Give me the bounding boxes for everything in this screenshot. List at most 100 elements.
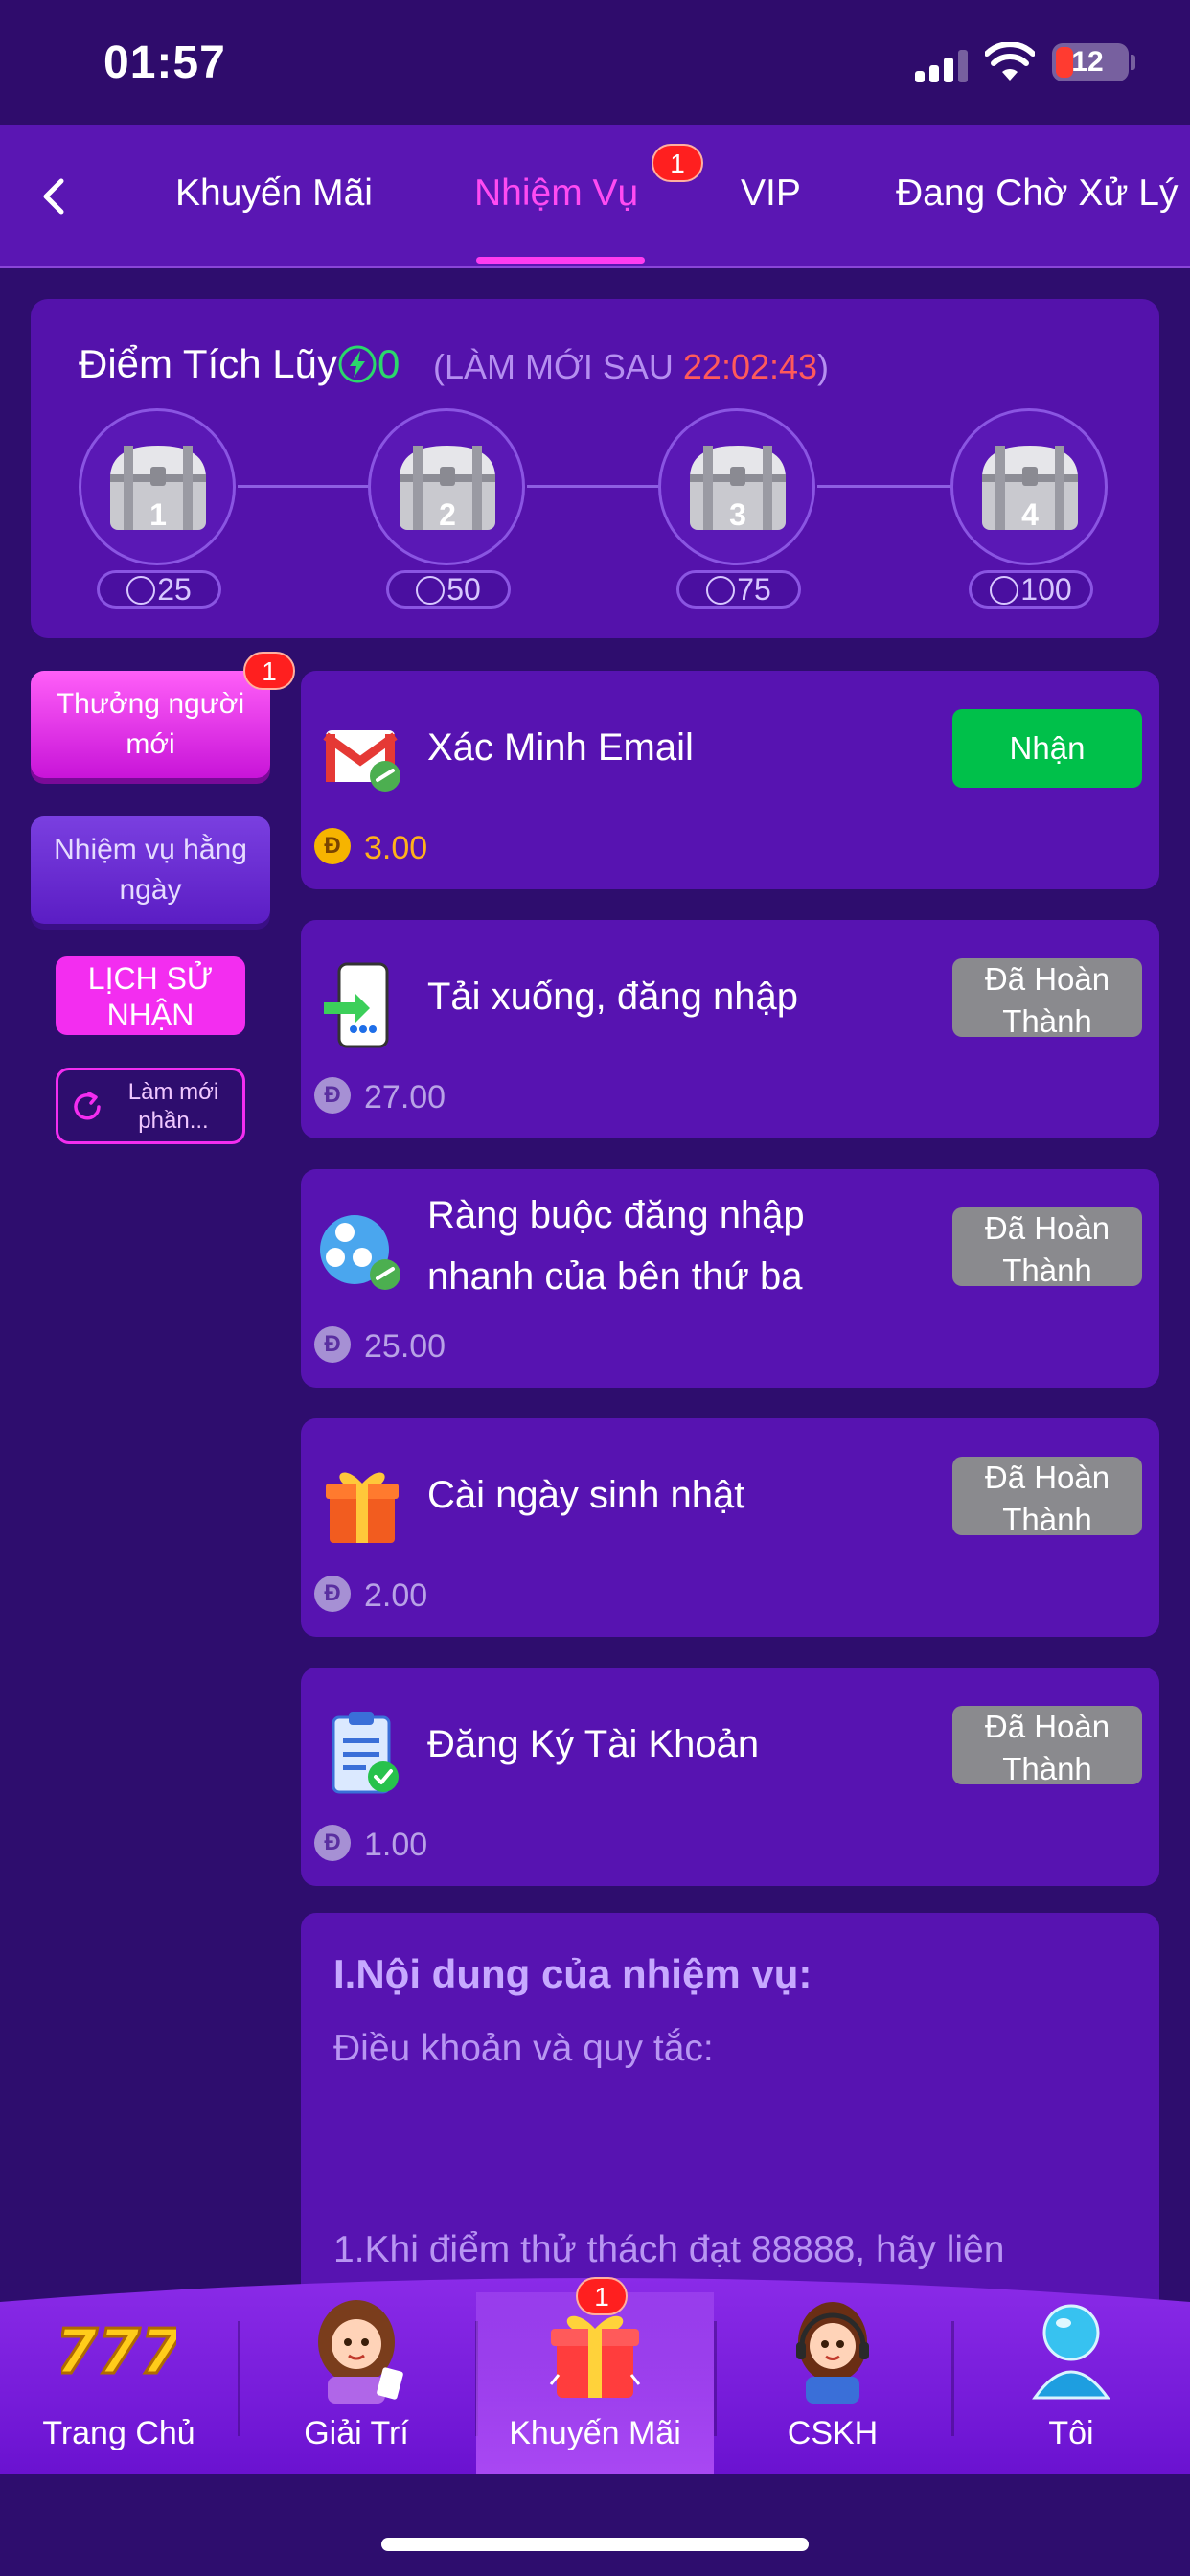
nav-label: Giải Trí	[304, 2415, 409, 2451]
refresh-prefix: (LÀM MỚI SAU	[433, 347, 683, 386]
support-agent-icon	[796, 2302, 869, 2404]
user-icon	[1032, 2304, 1110, 2400]
social-link-icon	[320, 1215, 400, 1290]
nav-home[interactable]: 777 Trang Chủ	[0, 2292, 238, 2474]
tab-missions[interactable]: Nhiệm Vụ	[474, 172, 638, 215]
coin-icon: Đ	[314, 828, 351, 864]
coin-icon: Đ	[314, 1825, 351, 1861]
treasure-chest-3[interactable]: 3	[658, 408, 815, 565]
nav-promotions[interactable]: 1 Khuyến Mãi	[476, 2277, 714, 2474]
refresh-time: 22:02:43	[682, 347, 818, 386]
tab-vip[interactable]: VIP	[741, 172, 801, 215]
points-panel: Điểm Tích Lũy 0 (LÀM MỚI SAU 22:02:43) 1 …	[31, 299, 1159, 638]
chest-cost-1: 25	[97, 570, 221, 609]
sidebar-daily-missions[interactable]: Nhiệm vụ hằng ngày	[31, 816, 270, 924]
chest-cost-value: 75	[737, 572, 771, 607]
newbie-badge: 1	[243, 652, 295, 690]
completed-button[interactable]: Đã Hoàn Thành	[952, 1208, 1142, 1288]
points-value: 0	[378, 341, 400, 386]
battery-icon: 12	[1052, 43, 1129, 81]
task-title: Ràng buộc đăng nhập nhanh của bên thứ ba	[427, 1194, 805, 1298]
tab-promotions[interactable]: Khuyến Mãi	[175, 172, 373, 215]
lightning-icon	[338, 345, 377, 383]
bottom-navigation: 777 Trang Chủ Giải Trí 1 Khuyến Mãi	[0, 2264, 1190, 2474]
girl-cards-icon	[318, 2300, 403, 2404]
chest-number: 1	[149, 497, 167, 532]
refresh-icon	[74, 1092, 101, 1120]
completed-button[interactable]: Đã Hoàn Thành	[952, 1706, 1142, 1786]
reward-value: 1.00	[364, 1827, 428, 1863]
gift-box-icon	[326, 1472, 399, 1543]
chest-number: 3	[729, 497, 746, 532]
back-chevron-icon[interactable]	[27, 168, 84, 225]
reward-value: 27.00	[364, 1079, 446, 1116]
home-indicator[interactable]	[381, 2538, 809, 2551]
task-card-download-login: Tải xuống, đăng nhập Đã Hoàn Thành Đ 27.…	[301, 920, 1159, 1138]
nav-label: Khuyến Mãi	[509, 2415, 681, 2451]
task-card-verify-email: Xác Minh Email Nhận Đ 3.00	[301, 671, 1159, 889]
task-title: Tải xuống, đăng nhập	[427, 976, 798, 1018]
status-bar: 01:57 12	[0, 0, 1190, 125]
task-card-birthday: Cài ngày sinh nhật Đã Hoàn Thành Đ 2.00	[301, 1418, 1159, 1637]
status-time: 01:57	[103, 37, 226, 88]
task-title: Cài ngày sinh nhật	[427, 1474, 745, 1516]
chest-cost-4: 100	[969, 570, 1093, 609]
chest-number: 2	[439, 497, 456, 532]
top-tab-bar: Khuyến Mãi Nhiệm Vụ 1 VIP Đang Chờ Xử Lý	[0, 125, 1190, 268]
battery-level: 12	[1071, 46, 1104, 78]
treasure-chest-4[interactable]: 4	[950, 408, 1108, 565]
task-title: Đăng Ký Tài Khoản	[427, 1723, 760, 1765]
chest-cost-2: 50	[386, 570, 511, 609]
claim-history-button[interactable]: LỊCH SỬ NHẬN	[56, 956, 245, 1035]
chest-cost-value: 100	[1020, 572, 1072, 607]
nav-customer-service[interactable]: CSKH	[714, 2292, 951, 2474]
bottom-safe-area	[0, 2474, 1190, 2576]
svg-text:777: 777	[61, 2317, 176, 2388]
nav-entertainment[interactable]: Giải Trí	[238, 2292, 475, 2474]
refresh-rewards-label: Làm mới phần...	[127, 1079, 219, 1134]
phone-login-icon	[324, 962, 389, 1048]
nav-promotions-badge: 1	[576, 2277, 628, 2315]
lightning-icon	[990, 576, 1019, 605]
refresh-countdown: (LÀM MỚI SAU 22:02:43)	[433, 347, 829, 387]
points-title: Điểm Tích Lũy	[79, 341, 337, 386]
clipboard-check-icon	[332, 1712, 399, 1794]
chest-cost-value: 50	[446, 572, 481, 607]
reward-value: 3.00	[364, 830, 428, 866]
cellular-signal-icon	[915, 48, 969, 82]
chest-cost-value: 25	[157, 572, 192, 607]
nav-label: Tôi	[1048, 2415, 1094, 2451]
refresh-rewards-button[interactable]: Làm mới phần...	[56, 1068, 245, 1144]
coin-icon: Đ	[314, 1326, 351, 1363]
nav-profile[interactable]: Tôi	[952, 2292, 1190, 2474]
coin-icon: Đ	[314, 1077, 351, 1114]
claim-button[interactable]: Nhận	[952, 709, 1142, 788]
task-card-third-party-login: Ràng buộc đăng nhập nhanh của bên thứ ba…	[301, 1169, 1159, 1388]
chest-cost-3: 75	[676, 570, 801, 609]
tab-missions-badge: 1	[652, 144, 703, 182]
lightning-icon	[706, 576, 736, 605]
slot-777-icon: 777	[61, 2316, 176, 2390]
coin-icon: Đ	[314, 1576, 351, 1612]
reward-value: 25.00	[364, 1328, 446, 1365]
completed-button[interactable]: Đã Hoàn Thành	[952, 1457, 1142, 1537]
nav-label: CSKH	[787, 2415, 879, 2451]
nav-label: Trang Chủ	[42, 2415, 195, 2451]
task-card-register: Đăng Ký Tài Khoản Đã Hoàn Thành Đ 1.00	[301, 1668, 1159, 1886]
wifi-icon	[985, 42, 1035, 80]
refresh-suffix: )	[817, 347, 830, 386]
reward-value: 2.00	[364, 1577, 428, 1614]
rules-panel: I.Nội dung của nhiệm vụ: Điều khoản và q…	[301, 1913, 1159, 2315]
lightning-icon	[126, 576, 156, 605]
chest-number: 4	[1021, 497, 1039, 532]
email-link-icon	[323, 730, 400, 792]
lightning-icon	[416, 576, 446, 605]
sidebar-newbie-rewards[interactable]: Thưởng người mới	[31, 671, 270, 778]
tab-pending[interactable]: Đang Chờ Xử Lý	[896, 172, 1178, 215]
active-tab-indicator	[476, 257, 645, 264]
rules-subheading: Điều khoản và quy tắc:	[333, 2028, 714, 2069]
treasure-chest-2[interactable]: 2	[368, 408, 525, 565]
completed-button[interactable]: Đã Hoàn Thành	[952, 958, 1142, 1039]
rules-heading: I.Nội dung của nhiệm vụ:	[333, 1951, 812, 1996]
treasure-chest-1[interactable]: 1	[79, 408, 236, 565]
